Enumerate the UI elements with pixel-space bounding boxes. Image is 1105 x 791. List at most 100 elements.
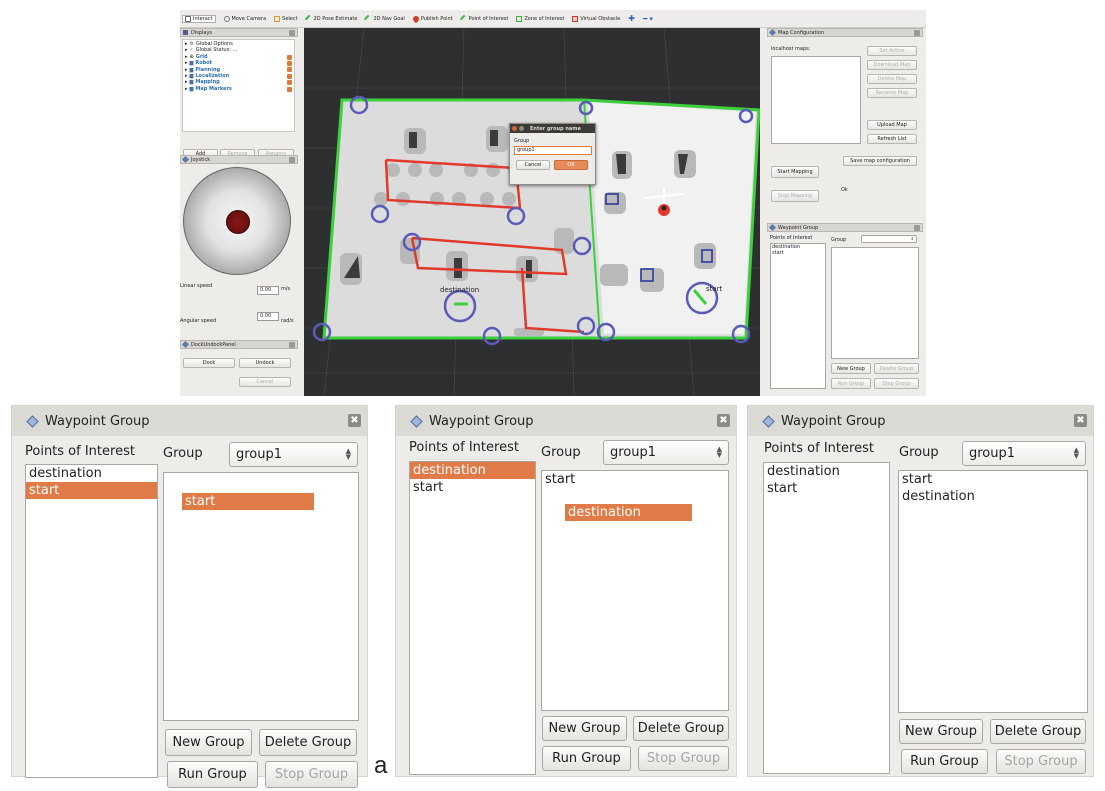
linear-speed-label: Linear speed (180, 283, 213, 289)
tool-select[interactable]: Select (274, 15, 298, 22)
joystick-pad[interactable] (183, 167, 291, 275)
dock-button[interactable]: Dock (183, 358, 235, 368)
poi-list[interactable]: destination start (763, 462, 890, 774)
checkbox[interactable] (287, 80, 292, 86)
list-item-selected[interactable]: start (26, 482, 157, 499)
group-select[interactable]: group1 ▲ ▼ (603, 440, 729, 465)
dragged-item[interactable]: start (182, 493, 314, 510)
tool-point-of-interest[interactable]: Point of Interest (459, 14, 508, 23)
close-icon[interactable] (289, 29, 295, 36)
dock-panel: DockUndockPanel Dock Undock Cancel (180, 340, 298, 396)
poi-list[interactable]: destination start (25, 464, 158, 778)
stop-group-button[interactable]: Stop Group (638, 746, 729, 771)
start-mapping-button[interactable]: Start Mapping (771, 166, 819, 178)
group-name-input[interactable]: group1 (514, 146, 592, 155)
list-item-selected[interactable]: destination (410, 462, 535, 479)
angular-speed-field[interactable]: 0.00 (257, 312, 279, 321)
list-item[interactable]: destination (899, 488, 1087, 505)
delete-group-button[interactable]: Delete Group (874, 363, 919, 374)
tool-virtual-obstacle[interactable]: Virtual Obstacle (572, 15, 620, 22)
tool-interact[interactable]: Interact (182, 14, 216, 23)
display-item-map-markers[interactable]: ▸ ▆ Map Markers (185, 86, 292, 92)
green-arrow-icon (459, 14, 468, 23)
new-group-button[interactable]: New Group (899, 719, 983, 744)
linear-speed-unit: m/s (281, 286, 291, 292)
maps-list[interactable] (771, 56, 861, 144)
new-group-button[interactable]: New Group (165, 729, 252, 756)
list-item[interactable]: start (410, 479, 535, 496)
close-icon[interactable] (289, 341, 295, 348)
dialog-cancel-button[interactable]: Cancel (516, 160, 550, 170)
list-item[interactable]: start (899, 471, 1087, 488)
stop-mapping-button[interactable]: Stop Mapping (771, 190, 819, 202)
delete-map-button[interactable]: Delete Map (867, 74, 917, 84)
dragged-item[interactable]: destination (565, 504, 692, 521)
group-select[interactable]: ⇕ (861, 235, 917, 243)
stop-group-button[interactable]: Stop Group (874, 378, 919, 389)
tool-add[interactable]: ✚ (628, 14, 635, 23)
group-select[interactable]: group1 ▲ ▼ (229, 442, 358, 467)
undock-button[interactable]: Undock (239, 358, 291, 368)
close-icon[interactable]: ✖ (1074, 414, 1087, 427)
tool-zone-of-interest[interactable]: Zone of Interest (516, 15, 564, 22)
close-icon[interactable]: ✖ (717, 414, 730, 427)
joystick-panel: Joystick Linear speed 0.00 m/s Angular s… (180, 155, 298, 340)
refresh-list-button[interactable]: Refresh List (867, 134, 917, 144)
group-list[interactable]: start destination (541, 470, 729, 711)
group-select[interactable]: group1 ▲ ▼ (962, 441, 1086, 466)
close-icon[interactable]: ✖ (348, 414, 361, 427)
stop-group-button[interactable]: Stop Group (996, 749, 1086, 774)
close-icon[interactable] (289, 156, 295, 163)
new-group-button[interactable]: New Group (831, 363, 871, 374)
run-group-button[interactable]: Run Group (167, 761, 258, 788)
checkbox[interactable] (287, 86, 292, 92)
list-item[interactable]: start (542, 471, 728, 488)
poi-list[interactable]: destination start (409, 461, 536, 775)
linear-speed-field[interactable]: 0.00 (257, 286, 279, 295)
stop-group-button[interactable]: Stop Group (265, 761, 358, 788)
tool-publish-point[interactable]: Publish Point (411, 14, 453, 23)
obstacle-icon (572, 15, 579, 22)
start-map-label: start (706, 285, 723, 293)
rename-map-button[interactable]: Rename Map (867, 88, 917, 98)
minimize-icon[interactable] (519, 126, 524, 131)
list-item[interactable]: destination (764, 463, 889, 480)
tool-nav-goal[interactable]: 2D Nav Goal (364, 14, 405, 23)
list-item[interactable]: start (772, 250, 825, 256)
upload-map-button[interactable]: Upload Map (867, 120, 917, 130)
list-item[interactable]: destination (26, 465, 157, 482)
group-list[interactable]: start destination (898, 470, 1088, 713)
delete-group-button[interactable]: Delete Group (633, 716, 729, 741)
download-map-button[interactable]: Download Map (867, 60, 917, 70)
checkbox[interactable] (287, 60, 292, 66)
tool-move-camera[interactable]: Move Camera (223, 15, 266, 22)
group-list[interactable] (831, 247, 919, 359)
group-list[interactable]: start (163, 472, 359, 721)
waypoint-title-bar: Waypoint Group (767, 223, 923, 232)
set-active-button[interactable]: Set Active (867, 46, 917, 56)
run-group-button[interactable]: Run Group (542, 746, 631, 771)
tool-pose-estimate[interactable]: 2D Pose Estimate (304, 14, 357, 23)
map-viewport[interactable]: destination start Enter group name Group… (304, 28, 760, 396)
list-item[interactable]: start (764, 480, 889, 497)
close-icon[interactable] (914, 29, 920, 36)
save-map-config-button[interactable]: Save map configuration (843, 156, 917, 166)
group-select-value: group1 (610, 445, 657, 460)
minus-icon: ━ ▾ (642, 14, 653, 23)
poi-list[interactable]: destination start (770, 243, 826, 389)
poi-label: Points of Interest (25, 444, 135, 459)
checkbox[interactable] (287, 54, 292, 60)
run-group-button[interactable]: Run Group (901, 749, 988, 774)
delete-group-button[interactable]: Delete Group (259, 729, 357, 756)
checkbox[interactable] (287, 67, 292, 73)
tool-more[interactable]: ━ ▾ (643, 15, 653, 23)
new-group-button[interactable]: New Group (542, 716, 627, 741)
delete-group-button[interactable]: Delete Group (990, 719, 1086, 744)
run-group-button[interactable]: Run Group (831, 378, 871, 389)
joystick-knob[interactable] (226, 210, 250, 234)
close-icon[interactable] (914, 224, 920, 231)
cancel-dock-button[interactable]: Cancel (239, 377, 291, 387)
close-icon[interactable] (512, 126, 517, 131)
checkbox[interactable] (287, 73, 292, 79)
dialog-ok-button[interactable]: OK (554, 160, 588, 170)
